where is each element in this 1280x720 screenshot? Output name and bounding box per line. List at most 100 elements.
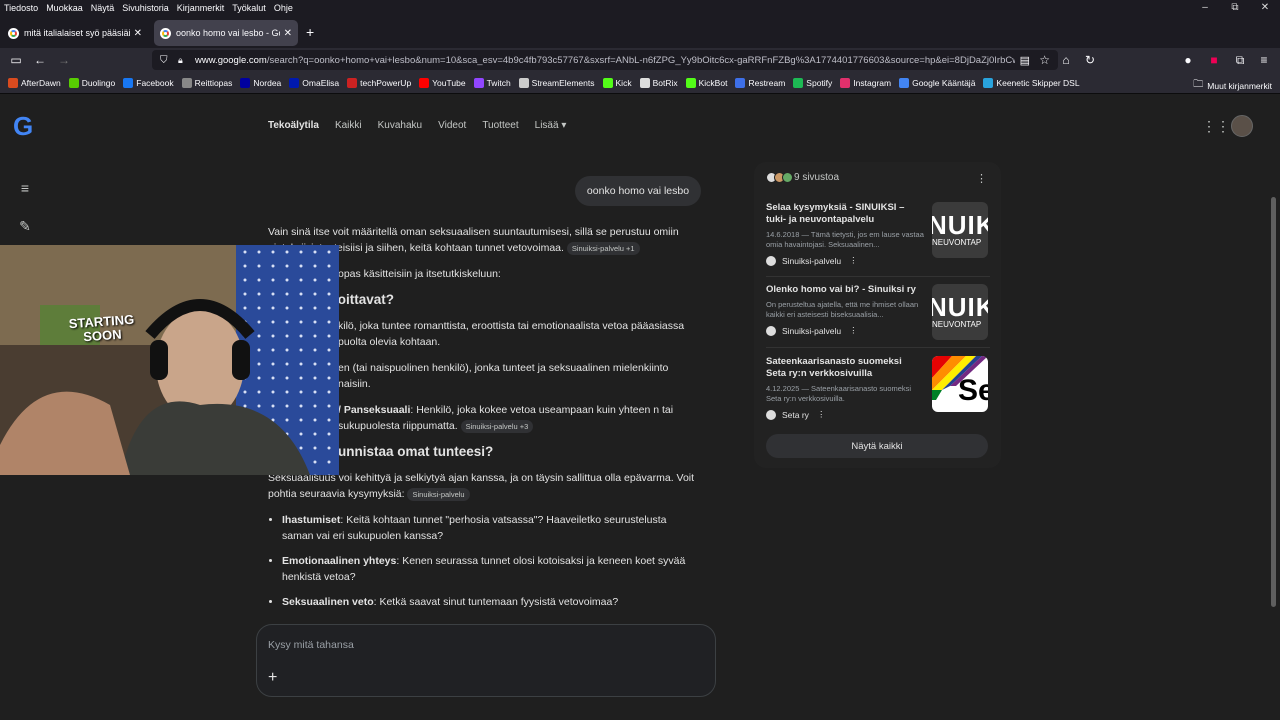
menu-view[interactable]: Näytä [87, 3, 119, 13]
bookmark-item[interactable]: techPowerUp [347, 77, 411, 88]
sidebar-toggle-icon[interactable]: ▭ [8, 52, 24, 68]
tab-images[interactable]: Kuvahaku [378, 120, 422, 131]
tab-title: mitä italialaiset syö pääsiäisenä [24, 28, 130, 38]
url-bar[interactable]: ⛉ 🔒︎ www.google.com/search?q=oonko+homo+… [152, 50, 1058, 70]
url-text[interactable]: www.google.com/search?q=oonko+homo+vai+l… [195, 55, 1015, 66]
tab-shopping[interactable]: Tuotteet [482, 120, 518, 131]
bookmark-item[interactable]: OmaElisa [289, 77, 339, 88]
bookmark-item[interactable]: AfterDawn [8, 77, 61, 88]
menu-file[interactable]: Tiedosto [0, 3, 42, 13]
sources-panel: 9 sivustoa ⋮ Selaa kysymyksiä - SINUIKSI… [754, 162, 1001, 468]
google-logo-icon[interactable]: G [13, 113, 37, 139]
list-item-term: Emotionaalinen yhteys [282, 555, 397, 567]
tab-more-label: Lisää [534, 120, 559, 131]
source-chip[interactable]: Sinuiksi-palvelu +3 [460, 419, 534, 433]
bookmark-item[interactable]: Google Kääntäjä [899, 77, 975, 88]
bookmark-item[interactable]: KickBot [685, 77, 727, 88]
tab-all[interactable]: Kaikki [335, 120, 362, 131]
source-site-name: Sinuiksi-palvelu [782, 325, 842, 336]
more-options-icon[interactable]: ⋮ [849, 255, 858, 266]
bookmark-item[interactable]: BotRix [639, 77, 678, 88]
more-options-icon[interactable]: ⋮ [849, 325, 858, 336]
menu-help[interactable]: Ohje [270, 3, 297, 13]
tab-more[interactable]: Lisää ▾ [535, 120, 567, 131]
extension-badge-icon[interactable]: ■ [1206, 52, 1222, 68]
forward-arrow-icon[interactable]: → [56, 52, 72, 68]
bookmark-item[interactable]: YouTube [419, 77, 466, 88]
menu-history[interactable]: Sivuhistoria [118, 3, 173, 13]
source-site-name: Seta ry [782, 409, 809, 420]
tab-italian-easter[interactable]: mitä italialaiset syö pääsiäisenä ✕ [2, 20, 148, 46]
bookmark-star-icon[interactable]: ☆ [1039, 53, 1050, 67]
bookmark-item[interactable]: Keenetic Skipper DSL [983, 77, 1080, 88]
new-tab-button[interactable]: + [306, 24, 314, 40]
account-icon[interactable]: ● [1180, 52, 1196, 68]
bookmark-item[interactable]: Kick [602, 77, 632, 88]
edit-icon[interactable]: ✎ [17, 218, 33, 234]
home-icon[interactable]: ⌂ [1058, 52, 1074, 68]
tab-active-search[interactable]: oonko homo vai lesbo - Google ✕ [154, 20, 298, 46]
source-title[interactable]: Olenko homo vai bi? - Sinuiksi ry [766, 284, 924, 296]
source-card[interactable]: Sateenkaarisanasto suomeksi Seta ry:n ve… [766, 356, 990, 420]
close-tab-icon[interactable]: ✕ [284, 28, 292, 39]
avatar[interactable] [1231, 115, 1253, 137]
hamburger-menu-icon[interactable]: ≡ [1256, 52, 1272, 68]
source-card[interactable]: Olenko homo vai bi? - Sinuiksi ry On per… [766, 284, 990, 340]
add-attachment-icon[interactable]: + [268, 669, 277, 687]
bookmark-favicon-icon [68, 77, 79, 88]
menu-bookmarks[interactable]: Kirjanmerkit [173, 3, 229, 13]
shield-icon[interactable]: ⛉ [160, 55, 168, 66]
menu-tools[interactable]: Työkalut [228, 3, 270, 13]
close-tab-icon[interactable]: ✕ [134, 28, 142, 39]
source-title[interactable]: Sateenkaarisanasto suomeksi Seta ry:n ve… [766, 356, 924, 380]
menu-edit[interactable]: Muokkaa [42, 3, 87, 13]
bookmark-item[interactable]: Spotify [793, 77, 832, 88]
bookmark-item[interactable]: StreamElements [518, 77, 595, 88]
thumbnail-text: NUIK [932, 210, 988, 240]
bookmark-item[interactable]: Reittiopas [181, 77, 232, 88]
show-all-button[interactable]: Näytä kaikki [766, 434, 988, 458]
close-window-button[interactable]: ✕ [1250, 0, 1280, 16]
source-chip[interactable]: Sinuiksi-palvelu +1 [566, 241, 640, 255]
list-item-text: : Ketkä saavat sinut tuntemaan fyysistä … [373, 596, 619, 608]
ask-box[interactable]: Kysy mitä tahansa + [256, 624, 716, 697]
more-options-icon[interactable]: ⋮ [976, 172, 987, 185]
divider [766, 276, 990, 277]
reload-icon[interactable]: ↻ [1082, 52, 1098, 68]
more-options-icon[interactable]: ⋮ [817, 409, 826, 420]
site-favicon-icon [766, 255, 776, 266]
bookmark-item[interactable]: Facebook [123, 77, 174, 88]
bookmark-item[interactable]: Duolingo [68, 77, 115, 88]
bookmark-favicon-icon [983, 77, 994, 88]
source-chip[interactable]: Sinuiksi-palvelu [407, 487, 470, 501]
search-type-tabs: Tekoälytila Kaikki Kuvahaku Videot Tuott… [268, 120, 582, 131]
tab-ai-mode[interactable]: Tekoälytila [268, 120, 319, 131]
bookmark-item[interactable]: Instagram [840, 77, 892, 88]
divider [766, 347, 990, 348]
bookmark-item[interactable]: Twitch [473, 77, 511, 88]
bookmark-item[interactable]: Nordea [240, 77, 281, 88]
bookmark-label: Twitch [486, 77, 511, 88]
source-card[interactable]: Selaa kysymyksiä - SINUIKSI – tuki- ja n… [766, 202, 990, 266]
site-favicon-icon [766, 325, 776, 336]
sources-header[interactable]: 9 sivustoa [766, 172, 839, 183]
reader-view-icon[interactable]: ▤ [1020, 54, 1030, 67]
bookmark-label: StreamElements [531, 77, 595, 88]
source-favicons-icon [766, 172, 793, 183]
extensions-icon[interactable]: ⧉ [1232, 52, 1248, 68]
lock-icon[interactable]: 🔒︎ [178, 55, 183, 66]
scrollbar[interactable] [1271, 197, 1276, 607]
bookmark-favicon-icon [518, 77, 529, 88]
webcam-overlay: STARTING SOON [0, 245, 339, 475]
source-title[interactable]: Selaa kysymyksiä - SINUIKSI – tuki- ja n… [766, 202, 924, 226]
bookmark-item[interactable]: Restream [735, 77, 785, 88]
back-arrow-icon[interactable]: ← [32, 52, 48, 68]
list-item-text: : Keitä kohtaan tunnet "perhosia vatsass… [282, 514, 667, 542]
other-bookmarks-folder[interactable]: 🗀 Muut kirjanmerkit [1193, 77, 1272, 94]
restore-button[interactable]: ⧉ [1220, 0, 1250, 16]
minimize-button[interactable]: – [1190, 0, 1220, 16]
bookmark-label: Instagram [853, 77, 892, 88]
ask-input[interactable]: Kysy mitä tahansa [268, 639, 354, 651]
new-thread-list-icon[interactable]: ≡ [17, 180, 33, 196]
tab-videos[interactable]: Videot [438, 120, 466, 131]
